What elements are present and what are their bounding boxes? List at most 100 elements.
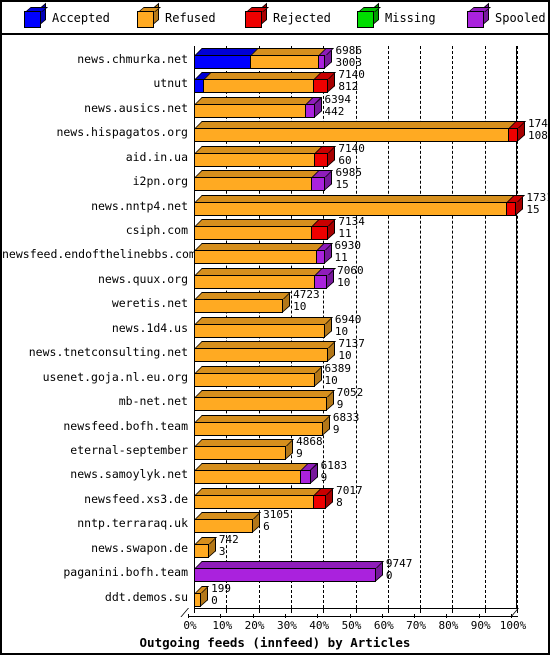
bar-segment [194, 543, 209, 558]
bar-segment [194, 372, 315, 387]
bar-row[interactable]: 6833 9 [194, 411, 517, 439]
bar-value-labels: 17403108 [528, 118, 550, 142]
bar-row[interactable]: 1731115 [194, 191, 550, 219]
legend-entry-rejected[interactable]: Rejected [245, 2, 331, 30]
y-axis-label-19: nntp.terraraq.uk [77, 516, 188, 531]
bar-17 [194, 463, 319, 485]
bar-value-labels: 6940 10 [335, 313, 362, 338]
legend-entry-refused[interactable]: Refused [137, 2, 216, 30]
bar-segment [317, 55, 326, 69]
bar-segment-top [195, 414, 331, 422]
y-axis-label-5: i2pn.org [132, 174, 188, 189]
y-axis-labels: news.chmurka.net utnut news.ausics.net news… [2, 46, 196, 608]
legend-swatch-spooled-icon [467, 2, 491, 29]
bar-segment [194, 55, 252, 69]
bar-13 [194, 365, 323, 387]
bar-0 [194, 48, 334, 69]
bar-11 [194, 316, 333, 338]
bar-value-labels: 7140 812 [338, 69, 365, 93]
bar-segment-top [251, 48, 327, 55]
y-axis-label-17: news.samoylyk.net [70, 467, 188, 482]
bar-row[interactable]: 4868 9 [194, 435, 517, 463]
legend-label-spooled: Spooled [495, 11, 546, 25]
legend-entry-spooled[interactable]: Spooled [467, 2, 546, 30]
bar-segment-top [195, 96, 315, 104]
bar-row[interactable]: 7137 10 [194, 338, 517, 365]
bar-sub-value: 10 [324, 373, 338, 387]
bar-row[interactable]: 6985 15 [194, 167, 517, 194]
bar-value-labels: 7052 9 [337, 387, 364, 411]
bar-sub-value: 6 [263, 520, 270, 534]
bar-total-value: 199 [211, 581, 231, 595]
x-axis-tick-depth [414, 614, 416, 618]
bar-segment [194, 519, 254, 534]
x-axis-tick [452, 608, 454, 613]
bar-value-labels: 6394 442 [325, 93, 352, 118]
bar-row[interactable]: 17403108 [194, 118, 550, 145]
bar-16 [194, 438, 295, 460]
bar-segment-top [195, 243, 325, 251]
bar-value-labels: 9747 0 [386, 558, 413, 582]
bar-segment [311, 177, 326, 192]
bar-segment-top [195, 121, 517, 129]
bar-row[interactable]: 7060 10 [194, 264, 517, 292]
bar-segment [313, 274, 328, 289]
bar-value-labels: 6833 9 [333, 411, 360, 436]
bar-20 [194, 536, 217, 558]
bar-segment [300, 470, 311, 485]
bar-segment [313, 79, 329, 94]
legend-label-missing: Missing [385, 11, 436, 25]
bar-row[interactable]: 3105 6 [194, 509, 517, 536]
bar-row[interactable]: 9747 0 [194, 558, 517, 585]
legend-entry-accepted[interactable]: Accepted [24, 2, 110, 30]
x-axis-tick [517, 608, 518, 613]
bar-8 [194, 243, 333, 265]
bar-segment-top [195, 438, 295, 446]
bar-sub-value: 9 [336, 398, 344, 412]
x-axis-tick [387, 608, 389, 613]
bar-14 [194, 390, 335, 412]
bar-segment-top [195, 292, 292, 300]
y-axis-label-7: csiph.com [125, 223, 188, 238]
bar-row[interactable]: 199 0 [194, 581, 517, 610]
x-axis-tick [420, 608, 422, 613]
bar-row[interactable]: 7017 8 [194, 484, 517, 512]
bar-segment [312, 494, 327, 509]
x-axis-tick [226, 608, 228, 613]
bar-segment [194, 470, 302, 485]
y-axis-label-8: newsfeed.endofthelinebbs.com [2, 247, 196, 262]
x-axis-tick-depth [349, 614, 351, 618]
bar-segment [194, 568, 376, 583]
bar-value-labels: 7060 10 [337, 264, 364, 289]
bar-sub-value: 15 [335, 178, 349, 192]
y-axis-label-13: usenet.goja.nl.eu.org [42, 369, 188, 384]
bar-value-labels: 6183 9 [321, 460, 348, 484]
bar-segment [194, 445, 287, 460]
bar-value-labels: 199 0 [211, 581, 231, 607]
x-axis-tick [258, 608, 260, 613]
bar-segment-top [195, 512, 262, 520]
bar-5 [194, 170, 334, 192]
bar-value-labels: 7137 10 [338, 338, 365, 362]
bar-segment-top [195, 365, 323, 373]
bar-segment-top [195, 561, 384, 569]
legend-label-refused: Refused [165, 11, 216, 25]
x-axis-tick-depth [478, 614, 480, 618]
y-axis-label-2: news.ausics.net [84, 100, 188, 115]
y-axis-label-15: newsfeed.bofh.team [63, 418, 188, 433]
bar-row[interactable]: 7140 812 [194, 69, 517, 96]
bar-segment [194, 177, 313, 192]
bar-row[interactable]: 6394 442 [194, 93, 517, 121]
bar-total-value: 7140 [338, 141, 365, 155]
bar-segment [505, 201, 517, 216]
bar-21 [194, 561, 384, 583]
bar-segment [194, 250, 317, 265]
bar-sub-value: 11 [334, 251, 348, 265]
bar-1 [194, 72, 337, 94]
bar-row[interactable]: 742 3 [194, 533, 517, 561]
bar-segment [250, 55, 319, 69]
bar-segment [194, 128, 509, 143]
legend-entry-missing[interactable]: Missing [357, 2, 436, 30]
bar-segment [194, 592, 202, 607]
bar-segment-top [195, 267, 323, 275]
